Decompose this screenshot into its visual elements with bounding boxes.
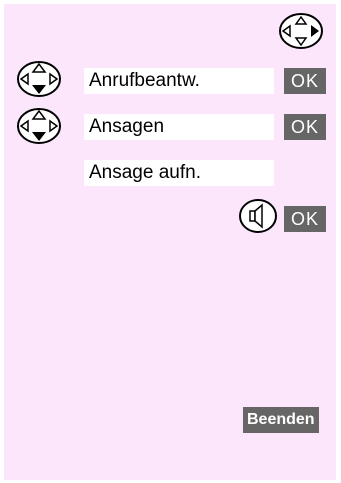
nav-key-updown-icon[interactable] [16, 60, 62, 98]
ok-button-2[interactable]: OK [284, 114, 326, 140]
ok-button-1[interactable]: OK [284, 68, 326, 94]
phone-screen-panel: Anrufbeantw. OK Ansagen OK Ansage aufn. … [4, 4, 336, 480]
beenden-button[interactable]: Beenden [243, 407, 319, 433]
speaker-icon[interactable] [238, 198, 278, 234]
menu-item-ansage-aufn[interactable]: Ansage aufn. [84, 160, 274, 186]
ok-button-3[interactable]: OK [284, 206, 326, 232]
menu-item-anrufbeantw[interactable]: Anrufbeantw. [84, 68, 274, 94]
nav-key-right-icon[interactable] [278, 12, 324, 50]
menu-item-ansagen[interactable]: Ansagen [84, 114, 274, 140]
nav-key-updown-icon[interactable] [16, 107, 62, 145]
